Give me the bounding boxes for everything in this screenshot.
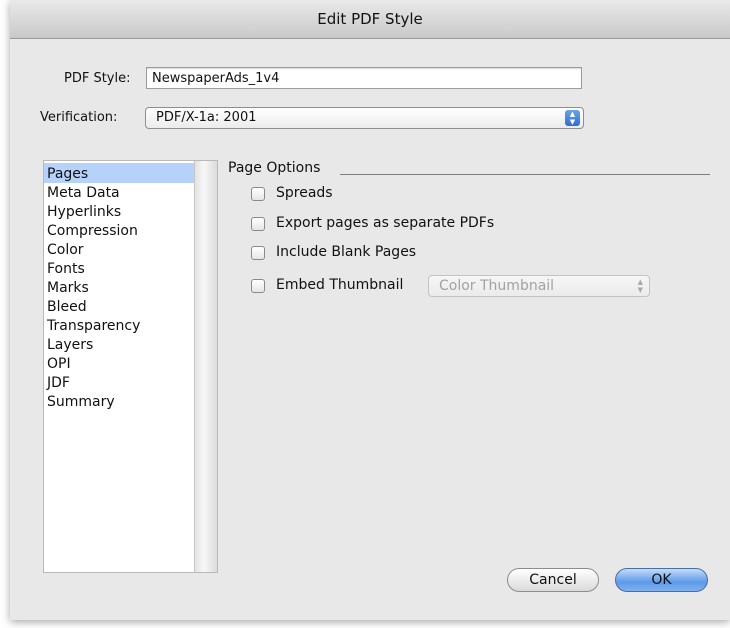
sidebar-item-layers[interactable]: Layers [47, 336, 93, 354]
page-options-title: Page Options [228, 160, 321, 176]
thumbnail-type-value: Color Thumbnail [439, 278, 555, 294]
thumbnail-type-select[interactable]: Color Thumbnail ▲ ▼ [428, 275, 650, 297]
spreads-label: Spreads [276, 185, 333, 201]
sidebar-item-opi[interactable]: OPI [47, 355, 71, 373]
section-divider [340, 174, 710, 175]
sidebar-item-bleed[interactable]: Bleed [47, 298, 87, 316]
sidebar-scrollbar[interactable] [194, 161, 217, 572]
sidebar-item-transparency[interactable]: Transparency [47, 317, 140, 335]
sidebar-item-summary[interactable]: Summary [47, 393, 115, 411]
sidebar-item-jdf[interactable]: JDF [47, 374, 70, 392]
category-list: Pages Meta Data Hyperlinks Compression C… [43, 160, 218, 573]
export-separate-pdfs-label: Export pages as separate PDFs [276, 215, 495, 231]
embed-thumbnail-label: Embed Thumbnail [276, 277, 404, 293]
sidebar-item-compression[interactable]: Compression [47, 222, 138, 240]
pdf-style-label: PDF Style: [64, 71, 131, 86]
cancel-button[interactable]: Cancel [507, 568, 599, 592]
sidebar-item-hyperlinks[interactable]: Hyperlinks [47, 203, 121, 221]
include-blank-pages-label: Include Blank Pages [276, 244, 417, 260]
chevron-updown-icon: ▲ ▼ [565, 110, 580, 126]
sidebar-item-pages[interactable]: Pages [47, 165, 88, 183]
edit-pdf-style-dialog: Edit PDF Style PDF Style: NewspaperAds_1… [10, 0, 730, 620]
export-separate-pdfs-checkbox[interactable] [251, 217, 265, 231]
sidebar-item-color[interactable]: Color [47, 241, 84, 259]
sidebar-item-marks[interactable]: Marks [47, 279, 89, 297]
include-blank-pages-checkbox[interactable] [251, 246, 265, 260]
sidebar-item-fonts[interactable]: Fonts [47, 260, 85, 278]
ok-button[interactable]: OK [615, 568, 708, 592]
pdf-style-field[interactable]: NewspaperAds_1v4 [146, 67, 582, 89]
spreads-checkbox[interactable] [251, 187, 265, 201]
embed-thumbnail-checkbox[interactable] [251, 279, 265, 293]
sidebar-item-meta-data[interactable]: Meta Data [47, 184, 120, 202]
window-title: Edit PDF Style [10, 0, 730, 39]
verification-select[interactable]: PDF/X-1a: 2001 ▲ ▼ [145, 107, 584, 129]
verification-label: Verification: [40, 110, 118, 125]
verification-value: PDF/X-1a: 2001 [156, 110, 257, 125]
chevron-updown-icon: ▲ ▼ [637, 278, 643, 294]
